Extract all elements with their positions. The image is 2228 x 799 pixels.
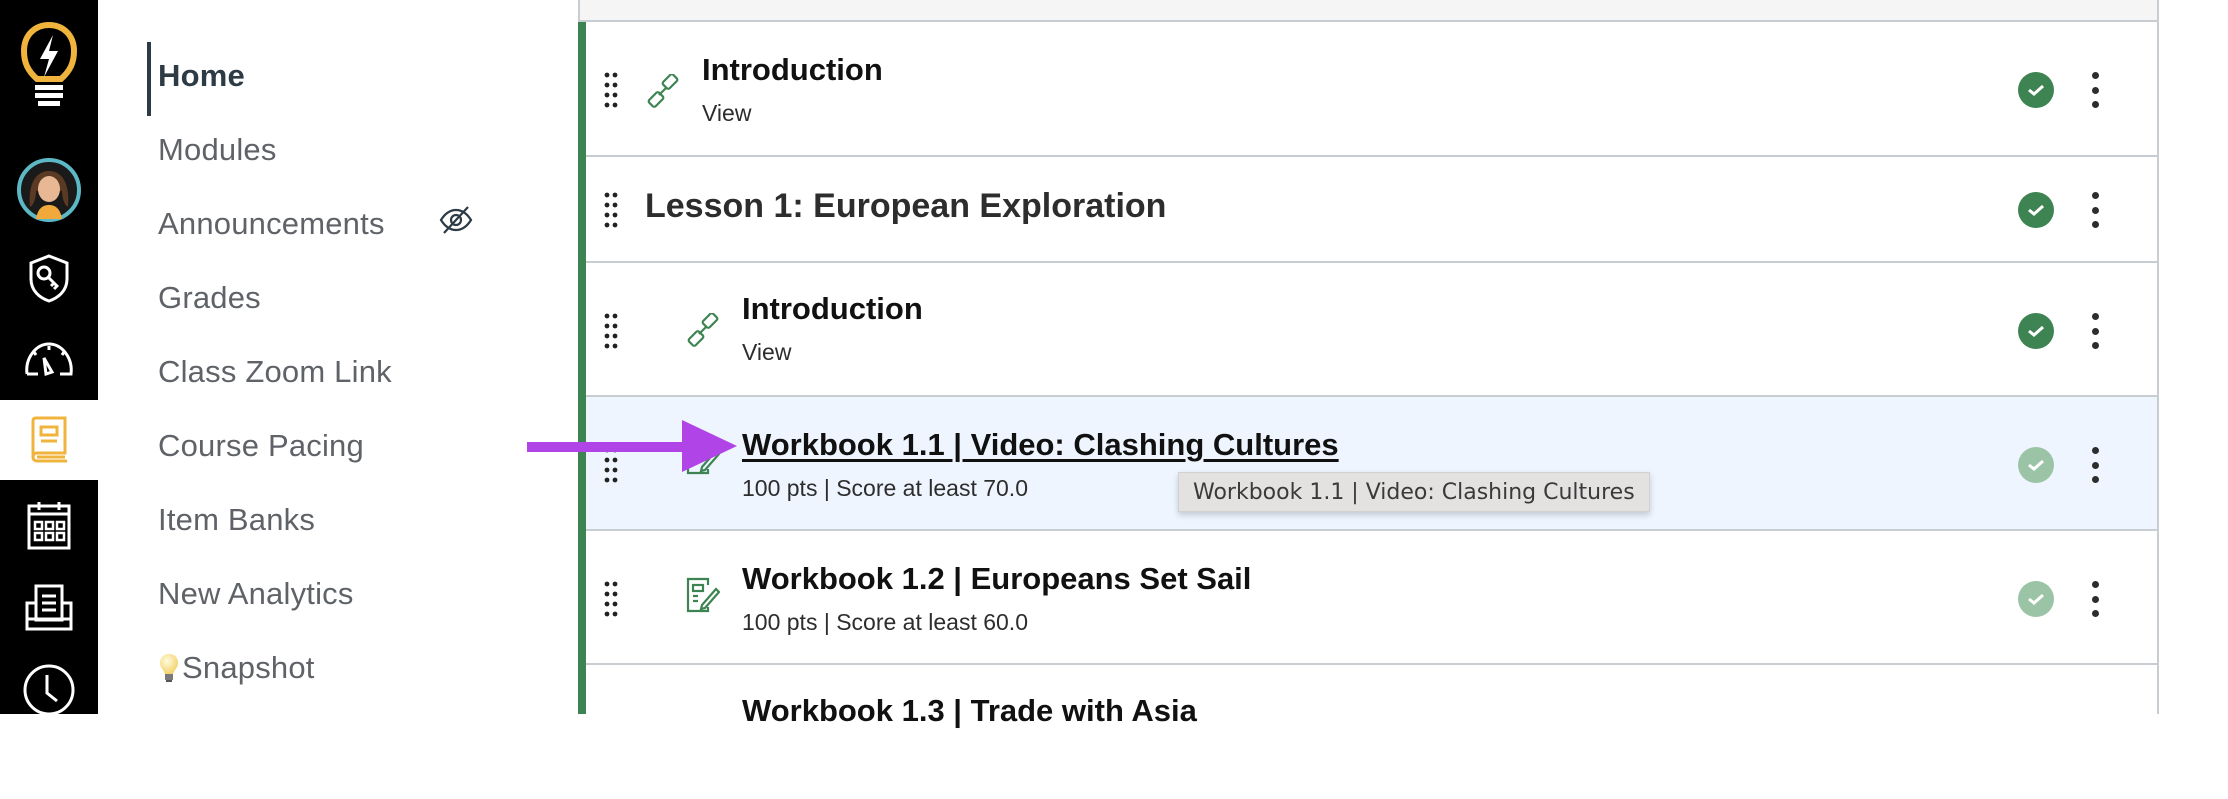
nav-label: Home — [158, 58, 245, 93]
logo-button[interactable] — [0, 18, 98, 113]
assignment-icon — [686, 577, 720, 613]
nav-label: Class Zoom Link — [158, 354, 392, 389]
nav-item-class-zoom-link[interactable]: Class Zoom Link — [158, 354, 392, 390]
modules-list: Introduction View Lesson 1: European Exp… — [578, 0, 2159, 799]
lightbulb-icon — [160, 654, 178, 682]
book-icon — [31, 416, 67, 463]
link-icon — [687, 313, 719, 347]
module-item[interactable]: Introduction View — [586, 263, 2157, 397]
nav-item-snapshot[interactable]: Snapshot — [158, 650, 315, 686]
eye-slash-icon — [438, 205, 474, 240]
item-meta: View — [742, 339, 792, 365]
more-options-icon[interactable] — [2088, 581, 2102, 617]
global-nav — [0, 0, 98, 716]
nav-item-course-pacing[interactable]: Course Pacing — [158, 428, 364, 464]
nav-item-modules[interactable]: Modules — [158, 132, 277, 168]
module-item[interactable]: Workbook 1.2 | Europeans Set Sail 100 pt… — [586, 531, 2157, 665]
calendar-button[interactable] — [0, 492, 98, 557]
nav-item-new-analytics[interactable]: New Analytics — [158, 576, 354, 612]
nav-item-home[interactable]: Home — [158, 58, 245, 94]
published-indicator-bar — [578, 22, 586, 714]
drag-handle-icon[interactable] — [604, 72, 618, 108]
module-subheader[interactable]: Lesson 1: European Exploration — [586, 157, 2157, 263]
courses-button[interactable] — [0, 400, 98, 480]
nav-label: Modules — [158, 132, 277, 167]
published-check-icon[interactable] — [2018, 192, 2054, 228]
published-check-icon[interactable] — [2018, 581, 2054, 617]
clock-icon — [23, 664, 75, 716]
history-button[interactable] — [0, 655, 98, 725]
module-header — [578, 0, 2157, 22]
item-title-link[interactable]: Workbook 1.1 | Video: Clashing Cultures — [742, 427, 1339, 463]
module-item[interactable]: Introduction View — [586, 22, 2157, 157]
admin-button[interactable] — [0, 245, 98, 310]
speedometer-icon — [25, 341, 73, 376]
annotation-arrow — [527, 420, 737, 472]
nav-label: Announcements — [158, 206, 385, 241]
more-options-icon[interactable] — [2088, 192, 2102, 228]
item-meta: 100 pts | Score at least 60.0 — [742, 609, 1028, 635]
active-indicator — [147, 42, 151, 116]
nav-label: New Analytics — [158, 576, 354, 611]
more-options-icon[interactable] — [2088, 313, 2102, 349]
published-check-icon[interactable] — [2018, 447, 2054, 483]
nav-label: Item Banks — [158, 502, 316, 537]
module-item[interactable]: Workbook 1.3 | Trade with Asia — [586, 665, 2157, 799]
dashboard-button[interactable] — [0, 325, 98, 390]
nav-item-item-banks[interactable]: Item Banks — [158, 502, 315, 538]
published-check-icon[interactable] — [2018, 72, 2054, 108]
item-meta: 100 pts | Score at least 70.0 — [742, 475, 1028, 501]
nav-item-grades[interactable]: Grades — [158, 280, 261, 316]
course-nav: Home Modules Announcements Grades Class … — [98, 0, 578, 714]
drag-handle-icon[interactable] — [604, 192, 618, 228]
inbox-icon — [25, 584, 73, 630]
more-options-icon[interactable] — [2088, 447, 2102, 483]
item-title[interactable]: Introduction — [742, 291, 923, 327]
published-check-icon[interactable] — [2018, 313, 2054, 349]
nav-label: Snapshot — [182, 650, 315, 685]
more-options-icon[interactable] — [2088, 72, 2102, 108]
link-icon — [647, 74, 679, 108]
shield-key-icon — [29, 253, 69, 303]
inbox-button[interactable] — [0, 575, 98, 640]
account-button[interactable] — [0, 155, 98, 225]
avatar — [17, 158, 81, 222]
nav-label: Grades — [158, 280, 261, 315]
nav-item-announcements[interactable]: Announcements — [158, 206, 385, 242]
item-title[interactable]: Introduction — [702, 52, 883, 88]
lightbulb-bolt-icon — [20, 21, 78, 106]
item-meta: View — [702, 100, 752, 126]
title-tooltip: Workbook 1.1 | Video: Clashing Cultures — [1178, 472, 1650, 512]
item-title[interactable]: Workbook 1.2 | Europeans Set Sail — [742, 561, 1251, 597]
item-title[interactable]: Workbook 1.3 | Trade with Asia — [742, 693, 1197, 729]
drag-handle-icon[interactable] — [604, 581, 618, 617]
calendar-icon — [27, 501, 71, 549]
subheader-title: Lesson 1: European Exploration — [645, 187, 1167, 225]
drag-handle-icon[interactable] — [604, 313, 618, 349]
nav-label: Course Pacing — [158, 428, 364, 463]
